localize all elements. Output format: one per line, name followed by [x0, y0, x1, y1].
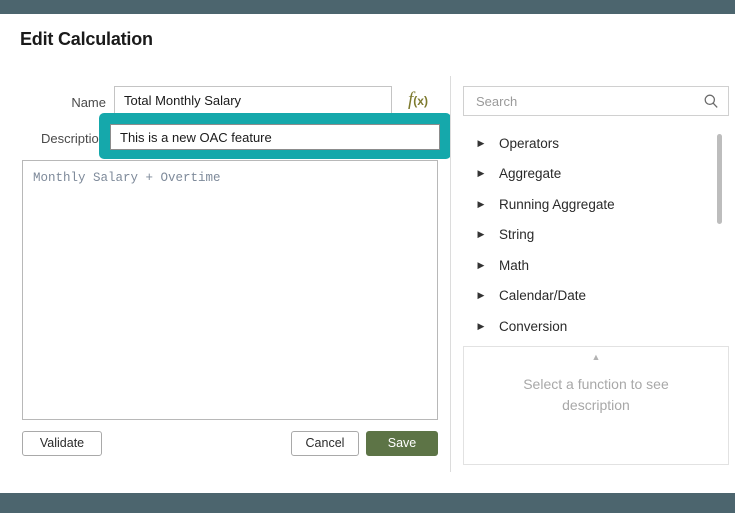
scrollbar-thumb[interactable] [717, 134, 722, 224]
category-item-conversion[interactable]: ▶ Conversion [463, 311, 729, 342]
name-input[interactable] [114, 86, 392, 114]
chevron-right-icon: ▶ [477, 168, 485, 179]
description-label: Description [40, 131, 106, 146]
chevron-right-icon: ▶ [477, 229, 485, 240]
category-item-calendar-date[interactable]: ▶ Calendar/Date [463, 281, 729, 312]
panel-divider [450, 76, 451, 472]
edit-calculation-dialog: Edit Calculation Name f(x) Description M… [0, 0, 735, 513]
fx-function-icon[interactable]: f(x) [408, 89, 428, 111]
description-input[interactable] [110, 124, 440, 150]
chevron-right-icon: ▶ [477, 137, 485, 148]
fx-icon-sub: (x) [413, 94, 428, 108]
category-label: String [499, 227, 535, 243]
search-box[interactable] [463, 86, 729, 116]
window-top-bar [0, 0, 735, 14]
formula-editor[interactable]: Monthly Salary + Overtime [22, 160, 438, 420]
window-bottom-bar [0, 493, 735, 513]
function-description-panel: ▲ Select a function to see description [463, 346, 729, 465]
category-item-running-aggregate[interactable]: ▶ Running Aggregate [463, 189, 729, 220]
search-icon[interactable] [703, 93, 719, 109]
function-category-list: ▶ Operators ▶ Aggregate ▶ Running Aggreg… [463, 128, 729, 338]
chevron-right-icon: ▶ [477, 290, 485, 301]
chevron-right-icon: ▶ [477, 259, 485, 270]
search-input[interactable] [474, 87, 689, 115]
category-label: Running Aggregate [499, 196, 615, 212]
category-item-math[interactable]: ▶ Math [463, 250, 729, 281]
save-button[interactable]: Save [366, 431, 438, 456]
cancel-button[interactable]: Cancel [291, 431, 359, 456]
chevron-right-icon: ▶ [477, 320, 485, 331]
function-description-placeholder: Select a function to see description [523, 376, 669, 413]
name-label: Name [71, 95, 106, 110]
category-label: Math [499, 257, 530, 273]
function-list-scrollbar[interactable] [717, 128, 723, 336]
function-panel: ▶ Operators ▶ Aggregate ▶ Running Aggreg… [463, 76, 731, 472]
category-label: Calendar/Date [499, 288, 587, 304]
chevron-right-icon: ▶ [477, 198, 485, 209]
category-item-string[interactable]: ▶ String [463, 220, 729, 251]
category-item-operators[interactable]: ▶ Operators [463, 128, 729, 159]
category-label: Conversion [499, 318, 568, 334]
validate-button[interactable]: Validate [22, 431, 102, 456]
page-title: Edit Calculation [20, 29, 153, 49]
category-item-aggregate[interactable]: ▶ Aggregate [463, 159, 729, 190]
category-label: Operators [499, 135, 560, 151]
category-label: Aggregate [499, 166, 562, 182]
chevron-up-icon[interactable]: ▲ [592, 353, 601, 362]
